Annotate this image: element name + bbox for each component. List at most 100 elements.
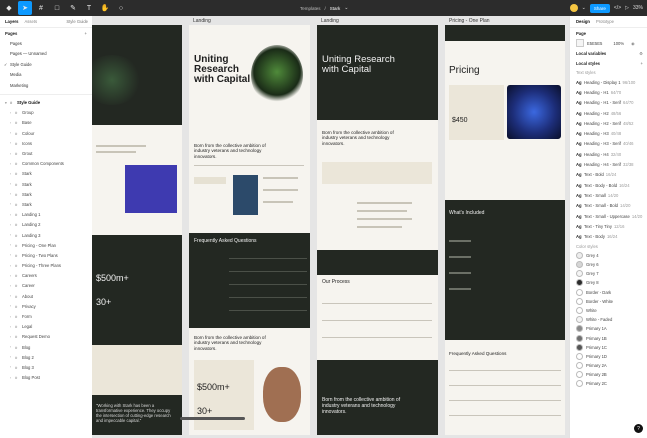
text-style-item[interactable]: Ag Heading - H2 - Serif 48/52 [570, 118, 647, 128]
text-style-item[interactable]: Ag Text - Small 14/20 [570, 190, 647, 200]
text-style-item[interactable]: Ag Heading - H4 32/40 [570, 149, 647, 159]
layer-row[interactable]: › # Stark [0, 199, 92, 209]
pen-tool-icon[interactable]: ✎ [66, 1, 80, 15]
layer-row[interactable]: › # Career [0, 281, 92, 291]
local-variables-label[interactable]: Local variables [576, 51, 606, 56]
dev-mode-icon[interactable]: </> [614, 5, 621, 11]
text-tool-icon[interactable]: T [82, 1, 96, 15]
bg-hex[interactable]: E5E5E5 [587, 41, 602, 46]
tab-design[interactable]: Design [576, 19, 590, 24]
text-style-item[interactable]: Ag Text - Small - Bold 14/20 [570, 201, 647, 211]
layer-row[interactable]: › # Grout [0, 148, 92, 158]
layer-row[interactable]: › # Blog 3 [0, 362, 92, 372]
color-style-item[interactable]: White - Faded [570, 315, 647, 324]
shape-tool-icon[interactable]: □ [50, 1, 64, 15]
frame-landing-1[interactable]: Uniting Research with Capital Born from … [189, 25, 310, 435]
color-style-item[interactable]: Grey 8 [570, 278, 647, 287]
color-style-item[interactable]: Primary 1A [570, 324, 647, 333]
color-style-item[interactable]: Border - White [570, 297, 647, 306]
page-item-active[interactable]: ✓ Style Guide [0, 59, 92, 70]
add-style-icon[interactable]: + [641, 61, 643, 66]
color-style-item[interactable]: Grey 7 [570, 269, 647, 278]
frame-style-guide-partial[interactable]: $500m+ 30+ "Working with Stark has been … [92, 25, 182, 435]
bg-opacity[interactable]: 100% [613, 41, 624, 46]
share-button[interactable]: Share [589, 3, 610, 13]
text-style-item[interactable]: Ag Heading - H1 - Serif 64/70 [570, 98, 647, 108]
layer-row[interactable]: › # Pricing - Two Plans [0, 250, 92, 260]
layer-row[interactable]: › # Stark [0, 169, 92, 179]
layer-row[interactable]: › # Request Demo [0, 332, 92, 342]
page-switcher[interactable]: Style Guide [66, 19, 88, 24]
layer-row-root[interactable]: ▾ # Style Guide [0, 98, 92, 108]
breadcrumb-project[interactable]: Templates [300, 6, 321, 11]
move-tool-icon[interactable]: ➤ [18, 1, 32, 15]
color-style-item[interactable]: Primary 1C [570, 343, 647, 352]
breadcrumb-file[interactable]: Stark [330, 6, 341, 11]
text-style-item[interactable]: Ag Heading - H3 40/48 [570, 128, 647, 138]
color-swatch[interactable] [576, 39, 584, 47]
color-style-item[interactable]: Grey 4 [570, 251, 647, 260]
tab-chip[interactable] [194, 177, 226, 184]
text-style-item[interactable]: Ag Heading - H2 48/56 [570, 108, 647, 118]
frame-landing-2[interactable]: Uniting Research with Capital Born from … [317, 25, 438, 435]
layer-row[interactable]: › # Common Components [0, 159, 92, 169]
tab-prototype[interactable]: Prototype [596, 19, 614, 24]
text-style-item[interactable]: Ag Text - Body 16/24 [570, 231, 647, 241]
text-style-item[interactable]: Ag Text - Small - Uppercase 14/20 [570, 211, 647, 221]
frame-pricing-one-plan[interactable]: Pricing $450 What's Included Frequently … [445, 25, 565, 435]
frame-label[interactable]: Landing [193, 18, 211, 24]
background-color-row[interactable]: E5E5E5 100% ◉ [570, 38, 647, 48]
comment-tool-icon[interactable]: ○ [114, 1, 128, 15]
color-style-item[interactable]: Primary 2A [570, 361, 647, 370]
page-item[interactable]: Marketing [0, 80, 92, 91]
canvas[interactable]: $500m+ 30+ "Working with Stark has been … [92, 16, 569, 438]
text-style-item[interactable]: Ag Text - Tiny Tiny 12/16 [570, 221, 647, 231]
tab-layers[interactable]: Layers [5, 19, 19, 24]
zoom-level[interactable]: 33% [633, 5, 643, 11]
layer-row[interactable]: › # Landing 2 [0, 220, 92, 230]
text-style-item[interactable]: Ag Text - Bold 16/24 [570, 170, 647, 180]
color-style-item[interactable]: Primary 2B [570, 370, 647, 379]
page-item[interactable]: Media [0, 70, 92, 81]
layer-row[interactable]: › # Landing 3 [0, 230, 92, 240]
layer-row[interactable]: › # Legal [0, 322, 92, 332]
layer-row[interactable]: › # Blog 2 [0, 352, 92, 362]
hand-tool-icon[interactable]: ✋ [98, 1, 112, 15]
layer-row[interactable]: › # Landing 1 [0, 210, 92, 220]
color-style-item[interactable]: Border - Dark [570, 288, 647, 297]
help-button[interactable]: ? [634, 424, 643, 433]
layer-row[interactable]: › # Pricing - Three Plans [0, 261, 92, 271]
text-style-item[interactable]: Ag Heading - H1 64/70 [570, 87, 647, 97]
variables-icon[interactable]: ⚙ [639, 51, 643, 56]
layer-row[interactable]: › # Stark [0, 179, 92, 189]
color-style-item[interactable]: Primary 2C [570, 379, 647, 388]
chevron-down-icon[interactable]: ⌄ [582, 5, 586, 11]
add-page-icon[interactable]: + [85, 31, 87, 36]
scrollbar[interactable] [180, 417, 245, 420]
text-style-item[interactable]: Ag Heading - H4 - Serif 32/38 [570, 159, 647, 169]
frame-label[interactable]: Pricing - One Plan [449, 18, 490, 24]
layer-row[interactable]: › # Blog Post [0, 373, 92, 383]
tab-assets[interactable]: Assets [25, 19, 38, 24]
play-icon[interactable]: ▷ [625, 5, 629, 11]
layer-row[interactable]: › # Colour [0, 128, 92, 138]
avatar[interactable] [569, 4, 578, 12]
layer-row[interactable]: › # Careers [0, 271, 92, 281]
color-style-item[interactable]: Primary 1D [570, 352, 647, 361]
layer-row[interactable]: › # Pricing - One Plan [0, 240, 92, 250]
chevron-down-icon[interactable]: ⌄ [344, 5, 348, 11]
eye-icon[interactable]: ◉ [631, 41, 635, 46]
layer-row[interactable]: › # About [0, 291, 92, 301]
page-item[interactable]: Pages — Unnamed [0, 49, 92, 60]
page-item[interactable]: Pages [0, 38, 92, 49]
layer-row[interactable]: › # Icons [0, 138, 92, 148]
text-style-item[interactable]: Ag Heading - H3 - Serif 40/46 [570, 139, 647, 149]
color-style-item[interactable]: Grey 6 [570, 260, 647, 269]
frame-label[interactable]: Landing [321, 18, 339, 24]
frame-tool-icon[interactable]: # [34, 1, 48, 15]
layer-row[interactable]: › # Group [0, 108, 92, 118]
layer-row[interactable]: › # Blog [0, 342, 92, 352]
layer-row[interactable]: › # Stark [0, 189, 92, 199]
color-style-item[interactable]: White [570, 306, 647, 315]
main-menu-icon[interactable]: ◆ [2, 1, 16, 15]
